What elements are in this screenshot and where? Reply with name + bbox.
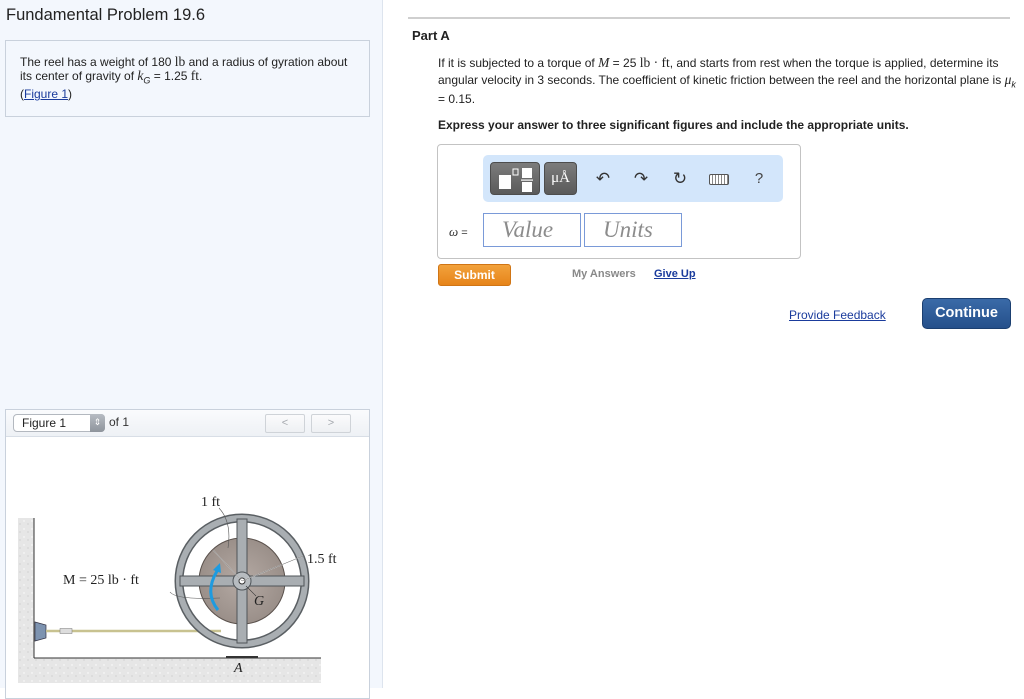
cable-clamp [59, 628, 73, 634]
paren-close: ) [68, 87, 73, 102]
label-contact: A [233, 661, 243, 676]
problem-statement: The reel has a weight of 180 lb and a ra… [5, 40, 370, 117]
question-fragment: If it is subjected to a torque of [438, 56, 599, 70]
chevron-left-icon: < [281, 417, 289, 429]
question-pane: Part A If it is subjected to a torque of… [384, 0, 1024, 688]
answer-variable-label: ω = [449, 224, 468, 240]
statement-text: . [199, 69, 203, 83]
label-outer-radius: 1.5 ft [307, 552, 337, 567]
redo-icon[interactable]: ↷ [629, 167, 653, 191]
torque-symbol: M [598, 55, 610, 70]
answer-instructions: Express your answer to three significant… [438, 118, 909, 132]
equation-toolbar: μÅ ↶ ↷ ↻ ? [483, 155, 783, 202]
keyboard-icon [709, 174, 729, 186]
figure-viewer: Figure 1 ⇕ of 1 < > 1 ft 1.5 ft M = 25 l… [5, 409, 370, 699]
figure-toolbar: Figure 1 ⇕ of 1 < > [6, 410, 369, 437]
weight-unit: lb [174, 54, 186, 69]
reel-figure: 1 ft 1.5 ft M = 25 lb · ft G A [18, 495, 337, 683]
problem-pane: Fundamental Problem 19.6 The reel has a … [0, 0, 383, 699]
continue-button[interactable]: Continue [922, 298, 1011, 329]
equals-sign: = [458, 227, 468, 239]
omega-symbol: ω [449, 224, 459, 239]
units-button[interactable]: μÅ [544, 162, 577, 195]
submit-button[interactable]: Submit [438, 264, 511, 286]
problem-title: Fundamental Problem 19.6 [6, 6, 206, 24]
keyboard-button[interactable] [707, 167, 731, 191]
templates-button[interactable] [490, 162, 540, 195]
previous-figure-button[interactable]: < [265, 414, 305, 433]
units-input[interactable] [584, 213, 682, 247]
answer-box: μÅ ↶ ↷ ↻ ? ω = [437, 144, 801, 259]
statement-text: = 1.25 [150, 69, 191, 83]
label-center: G [254, 594, 264, 609]
updown-chevron-icon: ⇕ [90, 414, 105, 432]
part-divider [408, 17, 1010, 19]
provide-feedback-link[interactable]: Provide Feedback [789, 308, 886, 322]
torque-unit: lb · ft [639, 55, 670, 70]
label-inner-radius: 1 ft [201, 495, 220, 510]
mu-subscript: k [1011, 78, 1016, 89]
question-fragment: = 0.15. [438, 92, 476, 107]
kg-unit: ft [190, 68, 200, 83]
question-fragment: = 25 [609, 56, 640, 70]
figure-count: of 1 [109, 415, 130, 429]
give-up-link[interactable]: Give Up [654, 268, 696, 280]
help-icon[interactable]: ? [747, 167, 771, 191]
statement-text: The reel has a weight of 180 [20, 55, 175, 69]
question-text: If it is subjected to a torque of M = 25… [438, 55, 1018, 108]
figure-select[interactable]: Figure 1 ⇕ [13, 414, 105, 432]
undo-icon[interactable]: ↶ [591, 167, 615, 191]
chevron-right-icon: > [327, 417, 335, 429]
part-title: Part A [412, 28, 450, 43]
label-moment: M = 25 lb · ft [63, 573, 139, 588]
next-figure-button[interactable]: > [311, 414, 351, 433]
templates-icon [499, 168, 533, 192]
value-input[interactable] [483, 213, 581, 247]
figure-select-value: Figure 1 [22, 416, 67, 430]
cable-anchor [34, 621, 47, 642]
figure-link[interactable]: Figure 1 [24, 87, 68, 101]
reset-icon[interactable]: ↻ [668, 167, 692, 191]
my-answers-label: My Answers [572, 268, 636, 280]
